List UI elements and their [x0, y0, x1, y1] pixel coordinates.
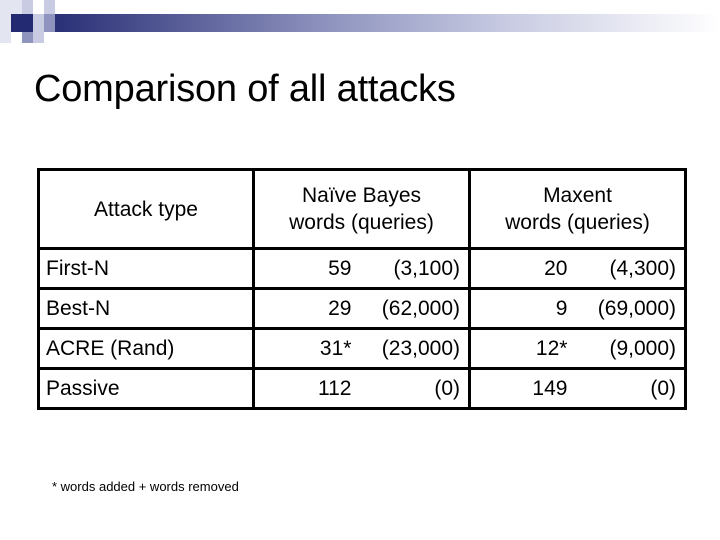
cell-mx-queries: (0) [650, 376, 676, 400]
cell-nb-queries: (23,000) [381, 336, 460, 360]
cell-nb-queries: (0) [434, 376, 460, 400]
cell-nb-words: 31* [319, 336, 352, 360]
table-row: ACRE (Rand) 31* (23,000) 12* (9,000) [37, 327, 687, 370]
header-maxent-line1: Maxent [543, 184, 612, 207]
cell-maxent: 149 (0) [468, 367, 687, 410]
cell-naive-bayes: 29 (62,000) [252, 287, 471, 330]
deco-square-navy-1 [11, 14, 22, 32]
table-row: Best-N 29 (62,000) 9 (69,000) [37, 287, 687, 330]
deco-square-pale-4 [0, 32, 11, 43]
cell-attack-type: Passive [37, 367, 255, 410]
header-attack-type-line1: Attack type [94, 197, 198, 221]
cell-nb-words: 59 [328, 256, 352, 280]
slide-canvas: Comparison of all attacks Attack type Na… [0, 0, 720, 540]
deco-square-mid-2 [22, 32, 33, 43]
header-maxent-line2: words (queries) [505, 211, 650, 234]
table-header-naive-bayes: Naïve Bayes words (queries) [252, 168, 471, 250]
cell-mx-words: 9 [555, 296, 568, 320]
cell-mx-words: 12* [535, 336, 568, 360]
cell-mx-words: 20 [544, 256, 568, 280]
cell-maxent: 20 (4,300) [468, 247, 687, 290]
deco-square-mid-1 [44, 14, 55, 32]
cell-maxent: 9 (69,000) [468, 287, 687, 330]
cell-mx-queries: (69,000) [597, 296, 676, 320]
slide-title: Comparison of all attacks [34, 68, 456, 110]
cell-naive-bayes: 31* (23,000) [252, 327, 471, 370]
cell-attack-type: Best-N [37, 287, 255, 330]
deco-square-pale-3 [0, 14, 11, 32]
cell-naive-bayes: 59 (3,100) [252, 247, 471, 290]
cell-attack-type: First-N [37, 247, 255, 290]
deco-square-light-1 [22, 0, 33, 14]
cell-nb-words: 29 [328, 296, 352, 320]
cell-nb-queries: (3,100) [393, 256, 460, 280]
slide-header-decoration [0, 0, 720, 46]
deco-square-pale-1 [0, 0, 11, 14]
deco-square-pale-2 [11, 0, 22, 14]
cell-maxent: 12* (9,000) [468, 327, 687, 370]
table-header-maxent: Maxent words (queries) [468, 168, 687, 250]
table-header-attack-type: Attack type [37, 168, 255, 250]
deco-square-light-2 [44, 0, 55, 14]
comparison-table: Attack type Naïve Bayes words (queries) … [37, 168, 687, 410]
header-naive-bayes-line1: Naïve Bayes [301, 184, 422, 207]
cell-mx-words: 149 [532, 376, 568, 400]
cell-nb-words: 112 [317, 376, 352, 400]
cell-mx-queries: (9,000) [609, 336, 676, 360]
deco-square-light-3 [33, 14, 44, 32]
cell-nb-queries: (62,000) [381, 296, 460, 320]
cell-naive-bayes: 112 (0) [252, 367, 471, 410]
header-naive-bayes-line2: words (queries) [289, 211, 434, 234]
gradient-bar [11, 14, 720, 32]
comparison-table-wrapper: Attack type Naïve Bayes words (queries) … [37, 168, 687, 410]
table-row: Passive 112 (0) 149 (0) [37, 367, 687, 410]
table-row: First-N 59 (3,100) 20 (4,300) [37, 247, 687, 290]
table-footnote: * words added + words removed [52, 479, 239, 494]
deco-square-light-4 [33, 32, 44, 43]
cell-attack-type: ACRE (Rand) [37, 327, 255, 370]
table-header-row: Attack type Naïve Bayes words (queries) … [37, 168, 687, 250]
cell-mx-queries: (4,300) [609, 256, 676, 280]
